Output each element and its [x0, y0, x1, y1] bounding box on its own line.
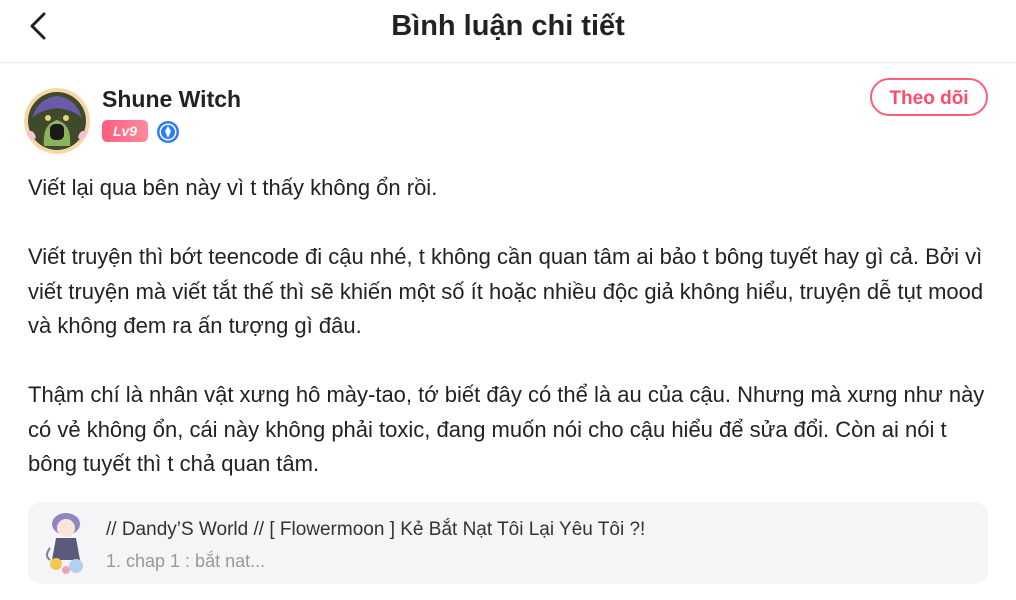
comment-paragraph: Viết truyện thì bớt teencode đi cậu nhé,…	[28, 244, 984, 338]
level-badge: Lv9	[102, 120, 148, 142]
story-chapter: 1. chap 1 : bắt nat...	[106, 551, 266, 571]
comment-detail-screen: Bình luận chi tiết Shune Witch Lv9 Theo …	[0, 0, 1016, 600]
page-title: Bình luận chi tiết	[391, 10, 625, 42]
story-thumbnail	[42, 510, 90, 576]
top-bar: Bình luận chi tiết	[0, 0, 1016, 63]
comment-paragraph: Viết lại qua bên này vì t thấy không ổn …	[28, 175, 438, 200]
comment-paragraph: Thậm chí là nhân vật xưng hô mày-tao, tớ…	[28, 382, 985, 476]
story-title: // Dandy’S World // [ Flowermoon ] Kẻ Bắ…	[106, 519, 646, 540]
story-link-card[interactable]: // Dandy’S World // [ Flowermoon ] Kẻ Bắ…	[28, 502, 988, 584]
comment-text: Viết lại qua bên này vì t thấy không ổn …	[28, 171, 996, 516]
verified-badge-icon	[156, 120, 180, 144]
author-name[interactable]: Shune Witch	[102, 84, 241, 114]
avatar[interactable]	[24, 88, 90, 154]
follow-button[interactable]: Theo dõi	[870, 78, 988, 116]
avatar-image	[24, 88, 90, 154]
